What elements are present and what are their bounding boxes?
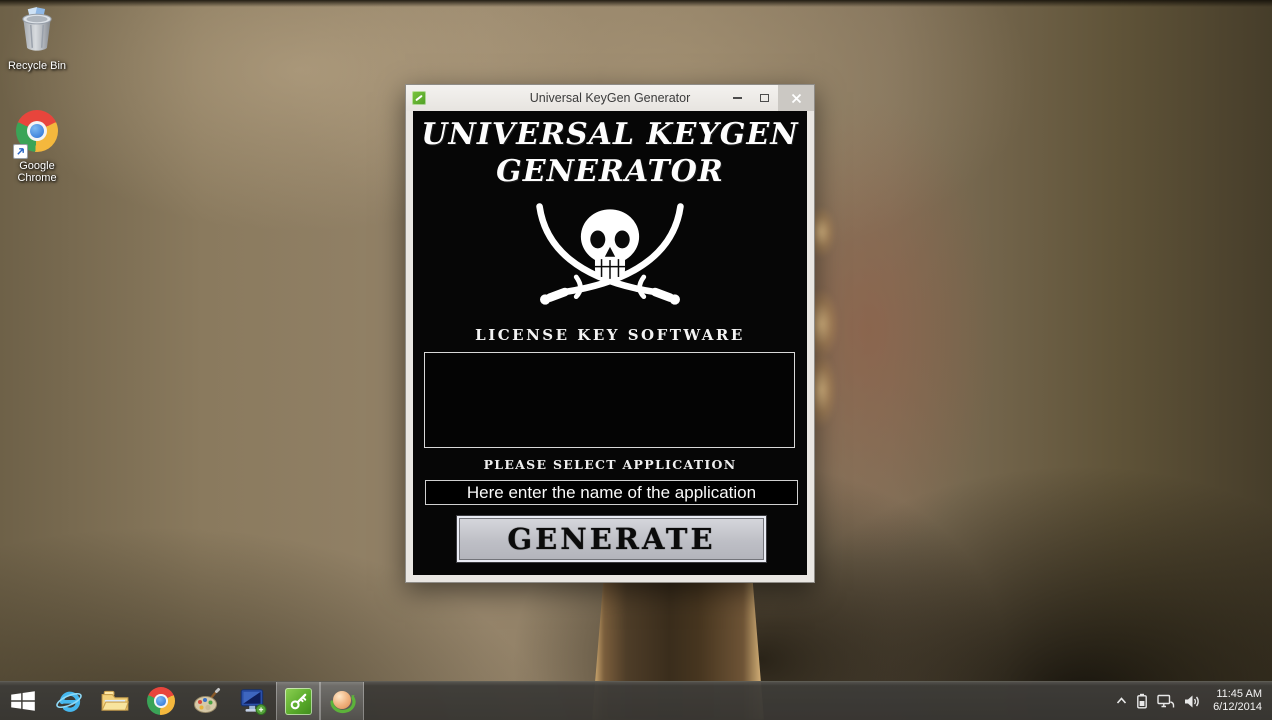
desktop-icon-google-chrome[interactable]: Google Chrome: [0, 110, 74, 184]
hidden-icons-chevron-icon[interactable]: [1116, 697, 1127, 705]
taskbar-empty-area: [364, 682, 1116, 720]
desktop-icon-label: Google Chrome: [17, 160, 57, 184]
taskbar-item-downloader[interactable]: [320, 682, 364, 720]
application-listbox[interactable]: [424, 352, 795, 448]
chrome-icon: [13, 110, 58, 159]
keygen-window: Universal KeyGen Generator UNIVERSAL KEY…: [405, 84, 815, 583]
close-button[interactable]: [778, 85, 814, 111]
keygen-app-icon: [412, 91, 426, 105]
skull-crossed-swords-icon: [536, 203, 684, 305]
minimize-icon: [733, 97, 742, 99]
generate-button[interactable]: GENERATE: [457, 516, 766, 562]
taskbar: 11:45 AM 6/12/2014: [0, 681, 1272, 720]
internet-explorer-icon: [56, 691, 82, 712]
chrome-icon: [147, 687, 175, 715]
file-explorer-icon: [101, 690, 130, 711]
maximize-icon: [760, 94, 769, 102]
titlebar[interactable]: Universal KeyGen Generator: [406, 85, 814, 111]
tray-clock[interactable]: 11:45 AM 6/12/2014: [1209, 688, 1262, 715]
tray-time: 11:45 AM: [1216, 687, 1262, 700]
taskbar-item-computer[interactable]: [230, 682, 276, 720]
computer-icon: [240, 689, 267, 716]
system-tray: 11:45 AM 6/12/2014: [1116, 682, 1272, 720]
network-icon[interactable]: [1157, 694, 1175, 709]
tray-date: 6/12/2014: [1213, 701, 1262, 713]
select-application-label: PLEASE SELECT APPLICATION: [483, 457, 737, 472]
recycle-bin-icon: [16, 6, 58, 57]
orange-sphere-icon: [329, 688, 356, 715]
desktop-icon-label: Recycle Bin: [7, 60, 67, 72]
window-content: UNIVERSAL KEYGEN GENERATOR LICENSE KEY S…: [413, 111, 807, 575]
shortcut-arrow-icon: [13, 144, 28, 159]
taskbar-item-chrome[interactable]: [138, 682, 184, 720]
close-icon: [791, 93, 801, 103]
keygen-key-icon: [284, 687, 312, 715]
screen: Recycle Bin Google Chrome Universal KeyG…: [0, 0, 1272, 720]
desktop-icon-recycle-bin[interactable]: Recycle Bin: [0, 6, 74, 72]
taskbar-item-paint[interactable]: [184, 682, 230, 720]
paint-palette-icon: [194, 688, 220, 713]
minimize-button[interactable]: [724, 85, 751, 111]
app-heading-line2: GENERATOR: [496, 154, 724, 189]
windows-start-icon: [11, 691, 35, 711]
taskbar-item-internet-explorer[interactable]: [46, 682, 92, 720]
tagline: LICENSE KEY SOFTWARE: [475, 326, 745, 344]
battery-icon[interactable]: [1136, 693, 1148, 709]
taskbar-item-keygen[interactable]: [276, 682, 320, 720]
maximize-button[interactable]: [751, 85, 778, 111]
application-name-input[interactable]: [425, 480, 798, 505]
taskbar-item-file-explorer[interactable]: [92, 682, 138, 720]
app-heading-line1: UNIVERSAL KEYGEN: [421, 117, 799, 152]
volume-icon[interactable]: [1184, 694, 1200, 709]
start-button[interactable]: [0, 682, 46, 720]
